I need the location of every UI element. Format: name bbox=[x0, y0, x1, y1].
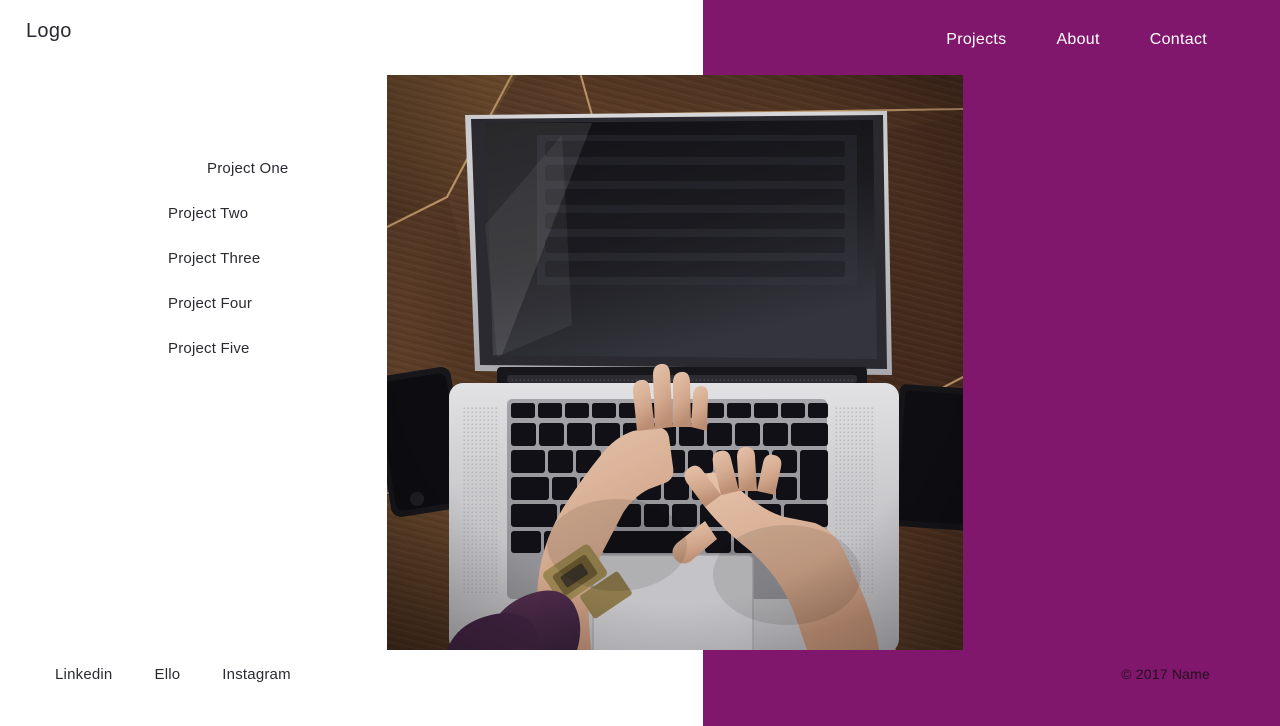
footer-social-links: Linkedin Ello Instagram bbox=[55, 666, 291, 683]
copyright-text: © 2017 Name bbox=[1121, 666, 1210, 682]
social-link-ello[interactable]: Ello bbox=[154, 666, 180, 683]
nav-item-about[interactable]: About bbox=[1056, 31, 1099, 49]
site-logo[interactable]: Logo bbox=[26, 20, 72, 43]
hero-image-illustration bbox=[387, 75, 963, 650]
social-link-linkedin[interactable]: Linkedin bbox=[55, 666, 112, 683]
project-item-five[interactable]: Project Five bbox=[168, 341, 348, 356]
main-navigation: Projects About Contact bbox=[946, 31, 1207, 49]
nav-item-projects[interactable]: Projects bbox=[946, 31, 1006, 49]
project-item-one[interactable]: Project One bbox=[168, 161, 348, 176]
social-link-instagram[interactable]: Instagram bbox=[222, 666, 291, 683]
project-item-three[interactable]: Project Three bbox=[168, 251, 348, 266]
project-item-four[interactable]: Project Four bbox=[168, 296, 348, 311]
project-item-two[interactable]: Project Two bbox=[168, 206, 348, 221]
project-list: Project One Project Two Project Three Pr… bbox=[168, 161, 348, 356]
nav-item-contact[interactable]: Contact bbox=[1150, 31, 1207, 49]
hero-image bbox=[387, 75, 963, 650]
